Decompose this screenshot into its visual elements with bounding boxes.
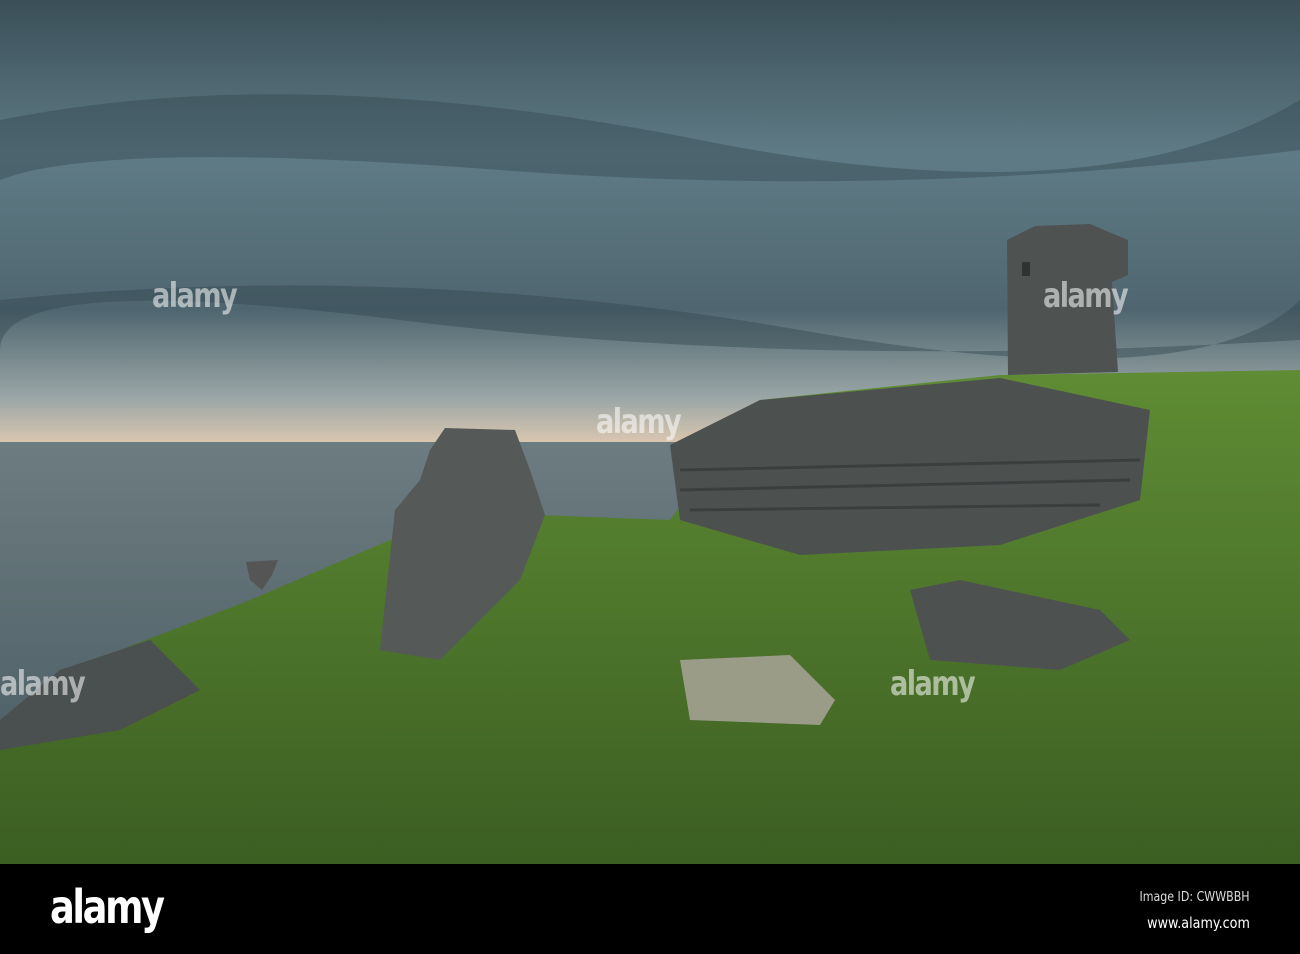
watermark: alamy xyxy=(1043,276,1129,316)
watermark: alamy xyxy=(152,276,238,316)
image-id: Image ID: CWWBBH xyxy=(1139,890,1250,905)
footer-bar: alamy Image ID: CWWBBH www.alamy.com xyxy=(0,864,1300,954)
stock-photo: alamy alamy alamy alamy alamy alamy Imag… xyxy=(0,0,1300,954)
site-url: www.alamy.com xyxy=(1147,914,1250,932)
watermark: alamy xyxy=(890,664,976,704)
alamy-logo: alamy xyxy=(50,880,165,934)
watermark: alamy xyxy=(596,402,682,442)
watermark: alamy xyxy=(0,664,86,704)
